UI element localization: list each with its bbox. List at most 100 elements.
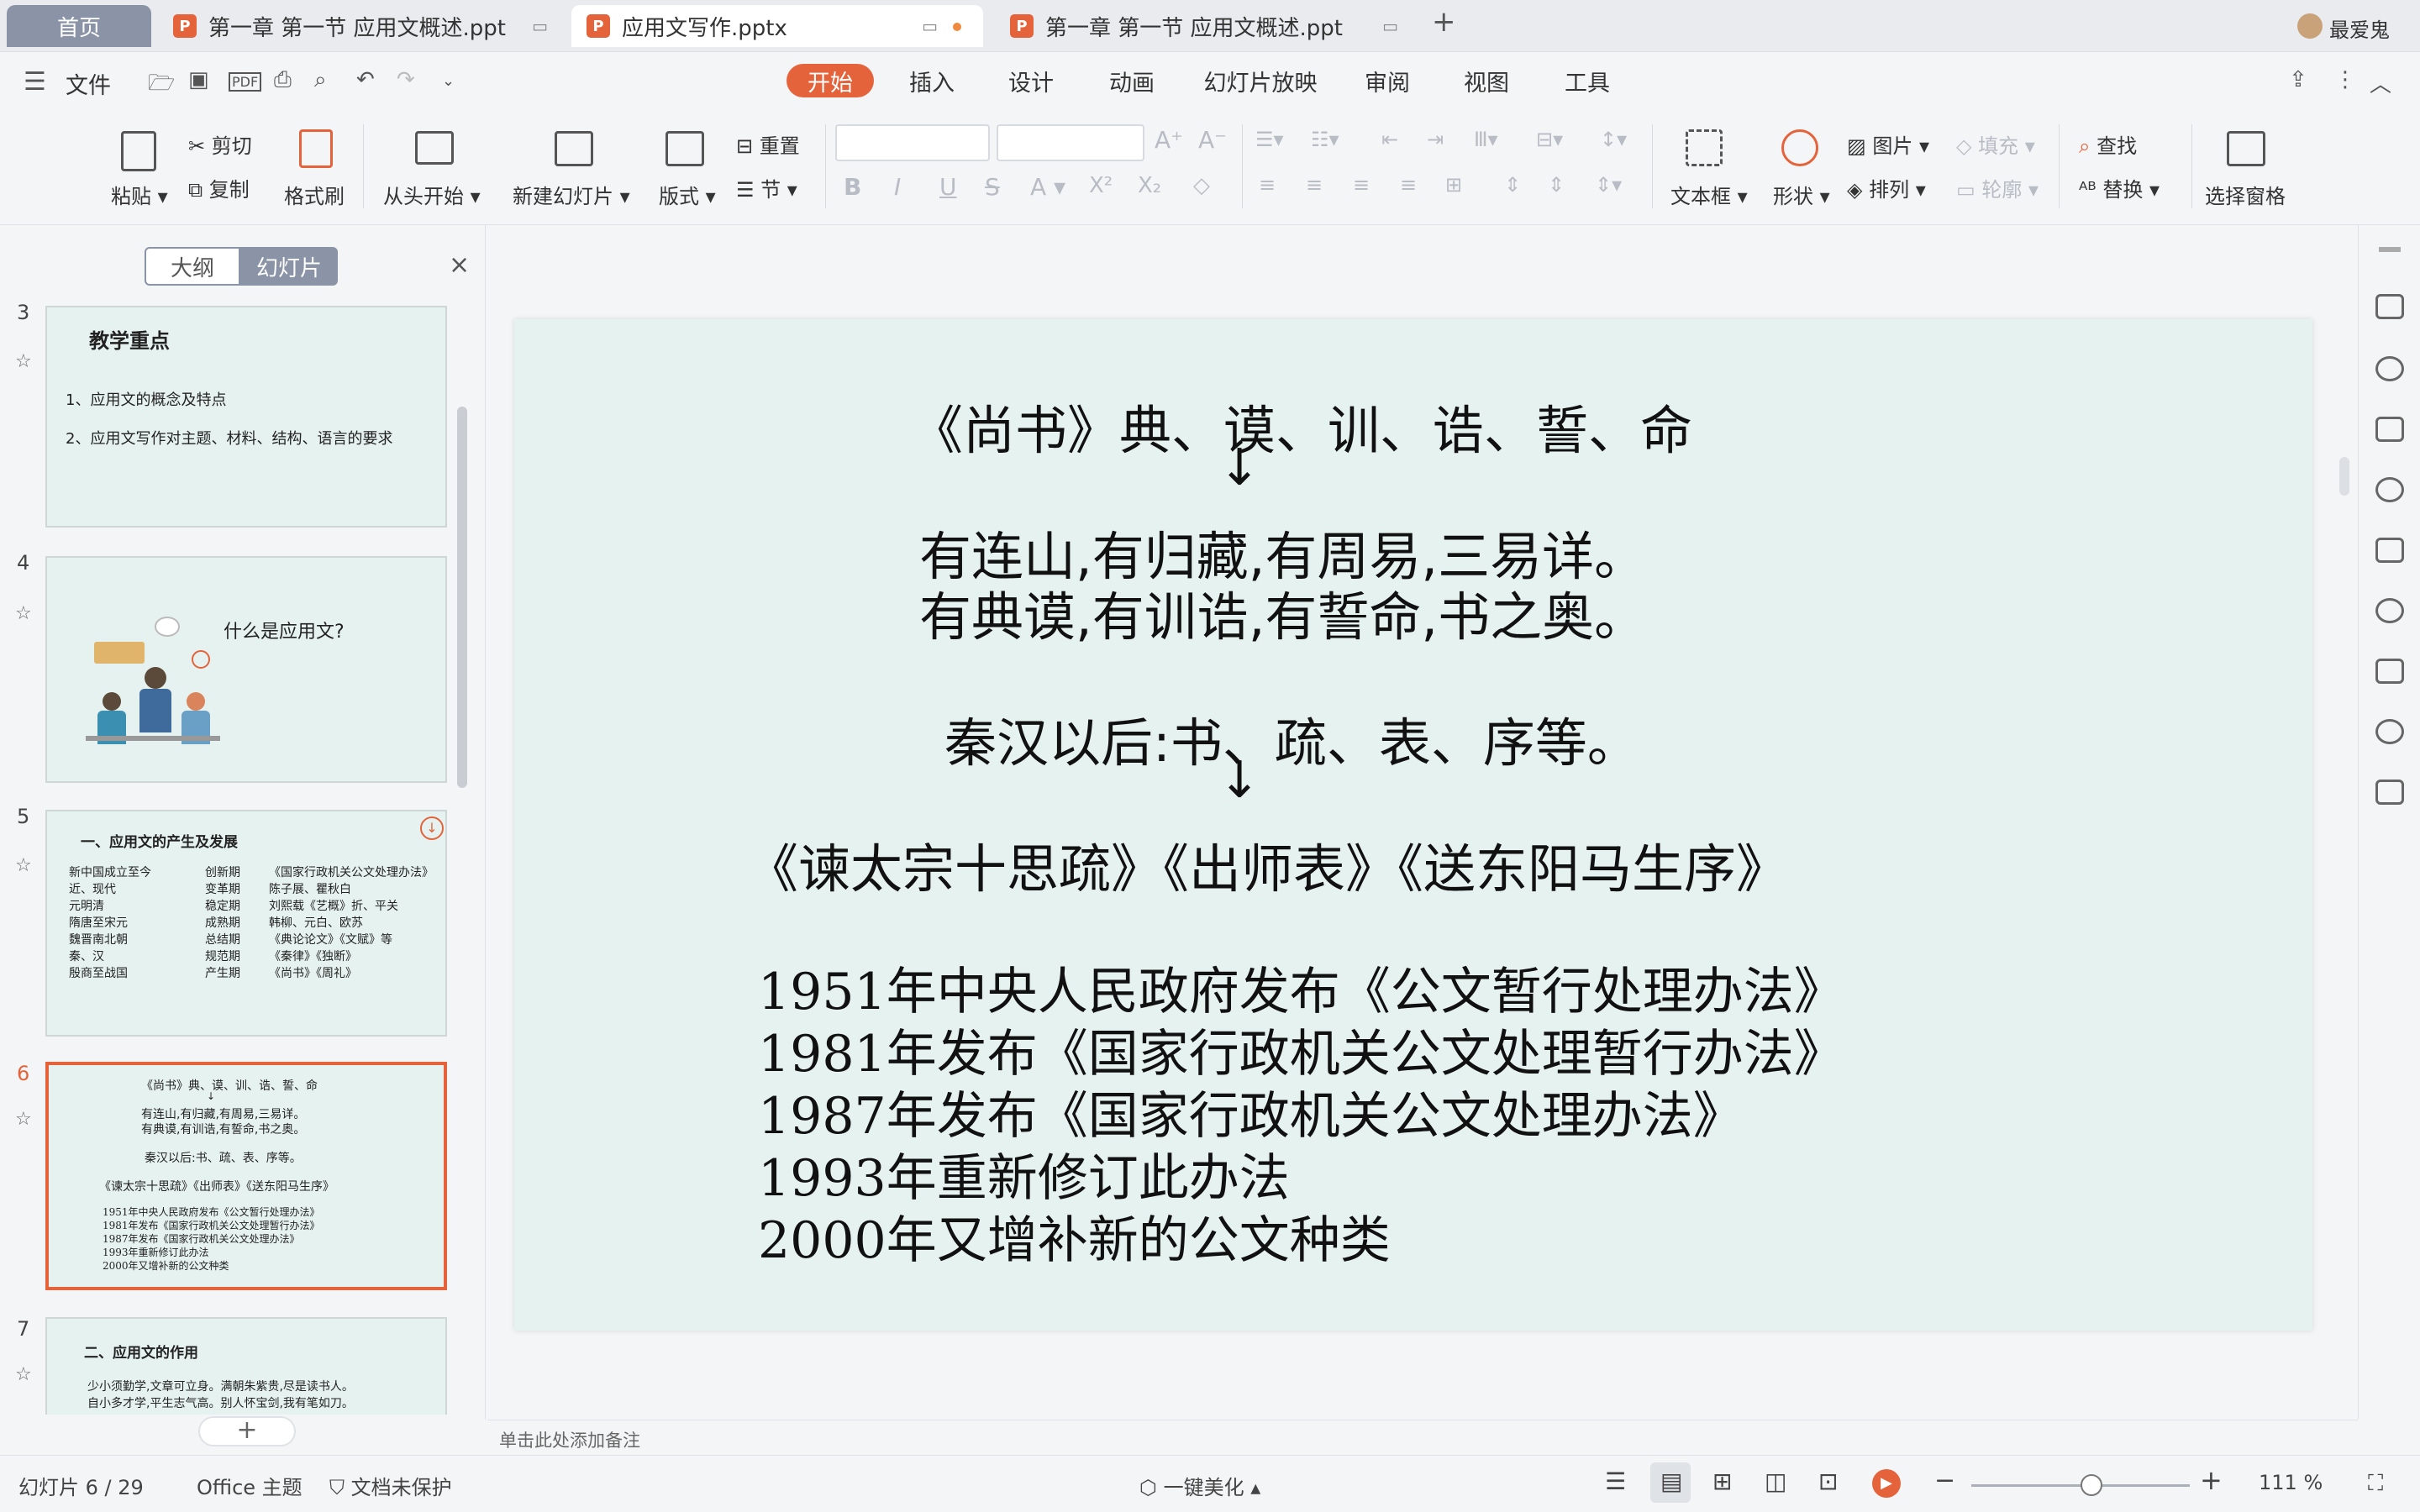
- zoom-level[interactable]: 111 %: [2259, 1471, 2323, 1494]
- slide-line-qinhan[interactable]: 秦汉以后:书、疏、表、序等。: [944, 701, 1639, 776]
- strikethrough-icon[interactable]: S: [985, 173, 1000, 201]
- superscript-icon[interactable]: X²: [1089, 173, 1113, 198]
- menu-view[interactable]: 视图: [1449, 64, 1524, 97]
- picture-button[interactable]: ▨ 图片 ▾: [1847, 129, 1929, 159]
- protect-status[interactable]: ⛉ 文档未保护: [329, 1471, 452, 1500]
- reading-view-icon[interactable]: ◫: [1765, 1467, 1786, 1495]
- replace-button[interactable]: ᴬᴮ 替换 ▾: [2079, 173, 2160, 202]
- fit-window-icon[interactable]: ⛶: [2368, 1471, 2383, 1497]
- vertical-align-icon[interactable]: ⇕▾: [1595, 173, 1622, 197]
- arrange-button[interactable]: ◈ 排列 ▾: [1847, 173, 1926, 202]
- history-icon[interactable]: [2375, 719, 2404, 744]
- user-name[interactable]: 最爱鬼: [2329, 13, 2390, 43]
- share-icon[interactable]: ⇪: [2289, 67, 2307, 92]
- slide-history-2000[interactable]: 2000年又增补新的公文种类: [758, 1200, 1391, 1273]
- copy-layer-icon[interactable]: [2375, 538, 2404, 563]
- notes-pane[interactable]: 单击此处添加备注: [487, 1420, 2358, 1455]
- paste-icon[interactable]: [121, 131, 156, 171]
- shapes-icon[interactable]: [1781, 129, 1818, 166]
- paste-button[interactable]: 粘贴 ▾: [111, 180, 168, 209]
- subscript-icon[interactable]: X₂: [1138, 173, 1161, 198]
- textbox-button[interactable]: 文本框 ▾: [1670, 180, 1748, 209]
- italic-icon[interactable]: I: [894, 173, 901, 201]
- slide-thumb-3[interactable]: 教学重点 1、应用文的概念及特点 2、应用文写作对主题、材料、结构、语言的要求: [45, 306, 447, 528]
- slide-transition-icon[interactable]: [2375, 294, 2404, 319]
- bold-icon[interactable]: B: [844, 173, 861, 201]
- font-family-select[interactable]: [835, 124, 990, 161]
- menu-insert[interactable]: 插入: [894, 64, 970, 97]
- text-style-icon[interactable]: [2375, 417, 2404, 442]
- add-slide-button[interactable]: +: [198, 1416, 296, 1446]
- sidebar-handle-icon[interactable]: [2379, 247, 2401, 252]
- new-slide-button[interactable]: 新建幻灯片 ▾: [513, 180, 630, 209]
- selection-pane-button[interactable]: 选择窗格: [2205, 180, 2286, 209]
- slide-thumb-6[interactable]: 《尚书》典、谟、训、诰、誓、命 ↓ 有连山,有归藏,有周易,三易详。 有典谟,有…: [45, 1062, 447, 1290]
- play-slideshow-button[interactable]: ▶: [1872, 1469, 1901, 1498]
- file-menu[interactable]: 文件: [66, 67, 111, 100]
- underline-icon[interactable]: U: [939, 173, 957, 201]
- find-button[interactable]: ⌕ 查找: [2079, 129, 2137, 159]
- slide-thumb-5[interactable]: ↓ 一、应用文的产生及发展 新中国成立至今 创新期 《国家行政机关公文处理办法》 近、…: [45, 810, 447, 1037]
- format-painter-icon[interactable]: [299, 129, 333, 168]
- export-pdf-icon[interactable]: PDF: [229, 72, 262, 92]
- print-preview-icon[interactable]: ⌕: [314, 67, 327, 93]
- open-folder-icon[interactable]: 🗁: [148, 67, 175, 104]
- tab-slides[interactable]: 幻灯片: [240, 247, 338, 286]
- align-left-icon[interactable]: ≡: [1259, 173, 1276, 197]
- tab-home[interactable]: 首页: [7, 5, 151, 47]
- cut-button[interactable]: ✂ 剪切: [188, 129, 252, 159]
- bullets-icon[interactable]: ☰▾: [1255, 128, 1284, 151]
- grow-font-icon[interactable]: A⁺: [1155, 126, 1183, 154]
- clear-format-icon[interactable]: ◇: [1193, 173, 1210, 198]
- menu-slideshow[interactable]: 幻灯片放映: [1193, 64, 1328, 97]
- format-painter-button[interactable]: 格式刷: [284, 180, 345, 209]
- more-icon[interactable]: ⋮: [2334, 67, 2356, 92]
- collapse-ribbon-icon[interactable]: ︿: [2370, 67, 2391, 98]
- save-icon[interactable]: ▣: [188, 67, 209, 92]
- print-icon[interactable]: ⎙: [274, 67, 292, 93]
- line-spacing-icon[interactable]: ↕▾: [1600, 128, 1627, 151]
- thumbnail-scrollbar[interactable]: [457, 407, 467, 788]
- paragraph-spacing-icon[interactable]: ⇕: [1504, 173, 1521, 197]
- from-start-button[interactable]: 从头开始 ▾: [383, 180, 481, 209]
- star-magic-icon[interactable]: [2375, 598, 2404, 623]
- customize-chevron-icon[interactable]: ⌄: [442, 72, 455, 90]
- decrease-indent-icon[interactable]: ⇤: [1381, 128, 1398, 151]
- columns-icon[interactable]: ⇕: [1548, 173, 1565, 197]
- download-icon[interactable]: ↓: [420, 816, 444, 840]
- slide-sorter-icon[interactable]: ⊞: [1712, 1467, 1732, 1495]
- shape-styles-icon[interactable]: [2375, 356, 2404, 381]
- tab-outline[interactable]: 大纲: [145, 247, 240, 286]
- align-center-icon[interactable]: ≡: [1306, 173, 1323, 197]
- font-size-select[interactable]: [997, 124, 1144, 161]
- new-slide-icon[interactable]: [555, 131, 593, 166]
- play-from-start-icon[interactable]: [415, 131, 454, 165]
- menu-animation[interactable]: 动画: [1094, 64, 1170, 97]
- outline-button[interactable]: ▭ 轮廓 ▾: [1956, 173, 2039, 202]
- layout-icon[interactable]: [666, 131, 704, 166]
- tab-doc-3[interactable]: P 第一章 第一节 应用文概述.ppt ▭: [995, 5, 1410, 47]
- hamburger-menu-icon[interactable]: ☰: [24, 67, 46, 97]
- settings-sliders-icon[interactable]: [2375, 659, 2404, 684]
- slide-thumb-7[interactable]: 二、应用文的作用 少小须勤学,文章可立身。满朝朱紫贵,尽是读书人。 自小多才学,…: [45, 1317, 447, 1415]
- selection-pane-icon[interactable]: [2227, 131, 2265, 166]
- shrink-font-icon[interactable]: A⁻: [1198, 126, 1227, 154]
- textbox-icon[interactable]: [1686, 129, 1723, 166]
- notes-placeholder[interactable]: 单击此处添加备注: [499, 1427, 640, 1452]
- layout-button[interactable]: 版式 ▾: [659, 180, 716, 209]
- notes-toggle-icon[interactable]: ☰: [1605, 1467, 1626, 1495]
- reset-button[interactable]: ⊟ 重置: [736, 129, 800, 159]
- distribute-icon[interactable]: ⊞: [1445, 173, 1462, 197]
- undo-icon[interactable]: ↶: [356, 67, 375, 92]
- slide-canvas[interactable]: 《尚书》典、谟、训、诰、誓、命 ↓ 有连山,有归藏,有周易,三易详。 有典谟,有…: [514, 319, 2312, 1331]
- slide-line-shangshu[interactable]: 《尚书》典、谟、训、诰、誓、命: [911, 388, 1692, 464]
- image-icon[interactable]: [2375, 780, 2404, 805]
- new-tab-button[interactable]: +: [1432, 5, 1456, 39]
- theme-name[interactable]: Office 主题: [197, 1471, 302, 1500]
- slide-line-dianmo[interactable]: 有典谟,有训诰,有誓命,书之奥。: [919, 575, 1646, 650]
- tab-doc-2[interactable]: P 应用文写作.pptx ▭: [571, 5, 983, 47]
- tab-doc-1[interactable]: P 第一章 第一节 应用文概述.ppt ▭: [158, 5, 560, 47]
- zoom-out-button[interactable]: −: [1934, 1466, 1955, 1495]
- shapes-button[interactable]: 形状 ▾: [1773, 180, 1830, 209]
- redo-icon[interactable]: ↷: [397, 67, 415, 92]
